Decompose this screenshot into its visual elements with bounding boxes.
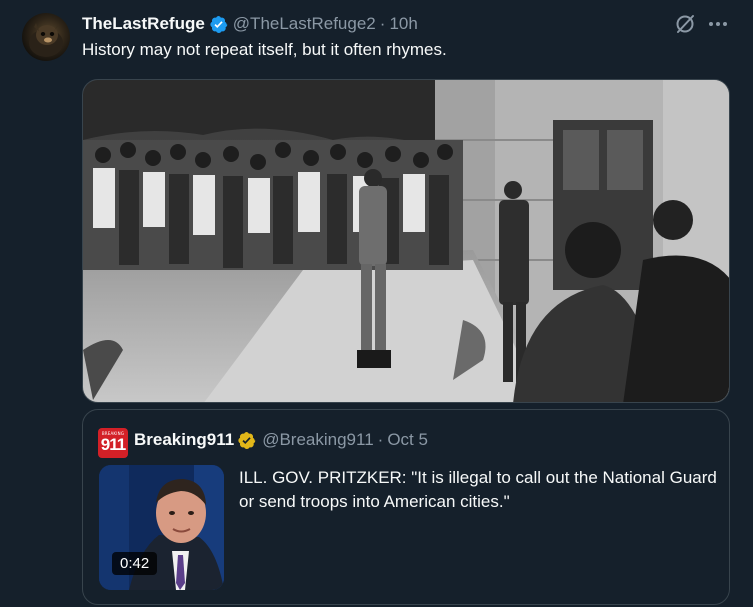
avatar[interactable] (22, 13, 70, 61)
tweet[interactable]: TheLastRefuge @TheLastRefuge2 · 10h Hist… (0, 0, 753, 607)
quoted-date[interactable]: Oct 5 (387, 430, 428, 450)
post-time[interactable]: 10h (389, 14, 417, 34)
tweet-header: TheLastRefuge @TheLastRefuge2 · 10h (82, 13, 418, 35)
video-thumbnail[interactable]: 0:42 (99, 465, 224, 590)
tweet-text: History may not repeat itself, but it of… (82, 40, 447, 59)
separator-dot: · (379, 14, 386, 33)
tweet-photo[interactable] (82, 79, 730, 403)
quoted-text: ILL. GOV. PRITZKER: "It is illegal to ca… (239, 468, 717, 511)
separator-dot: · (377, 430, 384, 449)
grok-icon[interactable] (674, 13, 696, 35)
author-handle[interactable]: @TheLastRefuge2 (233, 14, 376, 34)
more-icon[interactable] (706, 13, 730, 35)
quoted-header: Breaking911 @Breaking911 · Oct 5 (134, 429, 428, 451)
author-display-name[interactable]: TheLastRefuge (82, 14, 205, 34)
video-duration: 0:42 (112, 552, 158, 575)
quoted-handle[interactable]: @Breaking911 (262, 430, 373, 450)
quoted-tweet[interactable]: BREAKING 911 Breaking911 @Breaking911 · … (82, 409, 730, 605)
avatar-big-text: 911 (100, 435, 126, 454)
verified-badge-icon[interactable] (209, 15, 228, 34)
gold-verified-badge-icon[interactable] (237, 431, 256, 450)
quoted-avatar[interactable]: BREAKING 911 (98, 428, 128, 458)
quoted-display-name[interactable]: Breaking911 (134, 430, 234, 450)
